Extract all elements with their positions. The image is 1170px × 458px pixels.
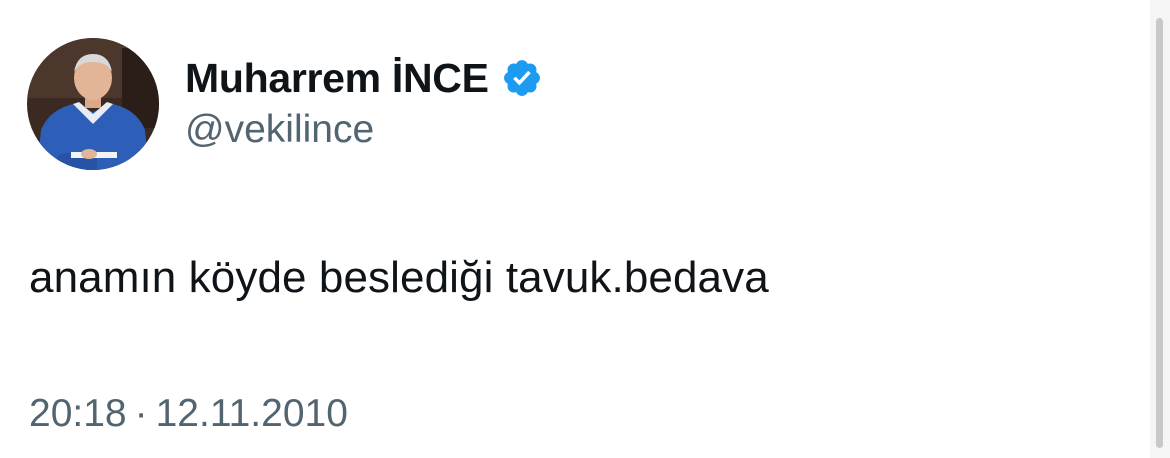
tweet-timestamp[interactable]: 20:18 · 12.11.2010 xyxy=(29,392,348,436)
author-handle[interactable]: @vekilince xyxy=(185,108,374,152)
scrollbar-thumb[interactable] xyxy=(1156,18,1163,448)
tweet-date: 12.11.2010 xyxy=(155,392,348,435)
tweet-time: 20:18 xyxy=(29,392,127,435)
verified-badge-icon xyxy=(501,57,543,99)
author-display-name[interactable]: Muharrem İNCE xyxy=(185,55,489,102)
scrollbar[interactable] xyxy=(1150,0,1170,458)
author-avatar[interactable] xyxy=(27,38,159,170)
timestamp-separator: · xyxy=(134,392,148,435)
tweet-text: anamın köyde beslediği tavuk.bedava xyxy=(29,253,769,302)
avatar-photo-icon xyxy=(27,38,159,170)
author-name-row: Muharrem İNCE xyxy=(185,50,543,106)
tweet-card: Muharrem İNCE @vekilince anamın köyde be… xyxy=(0,0,1170,458)
